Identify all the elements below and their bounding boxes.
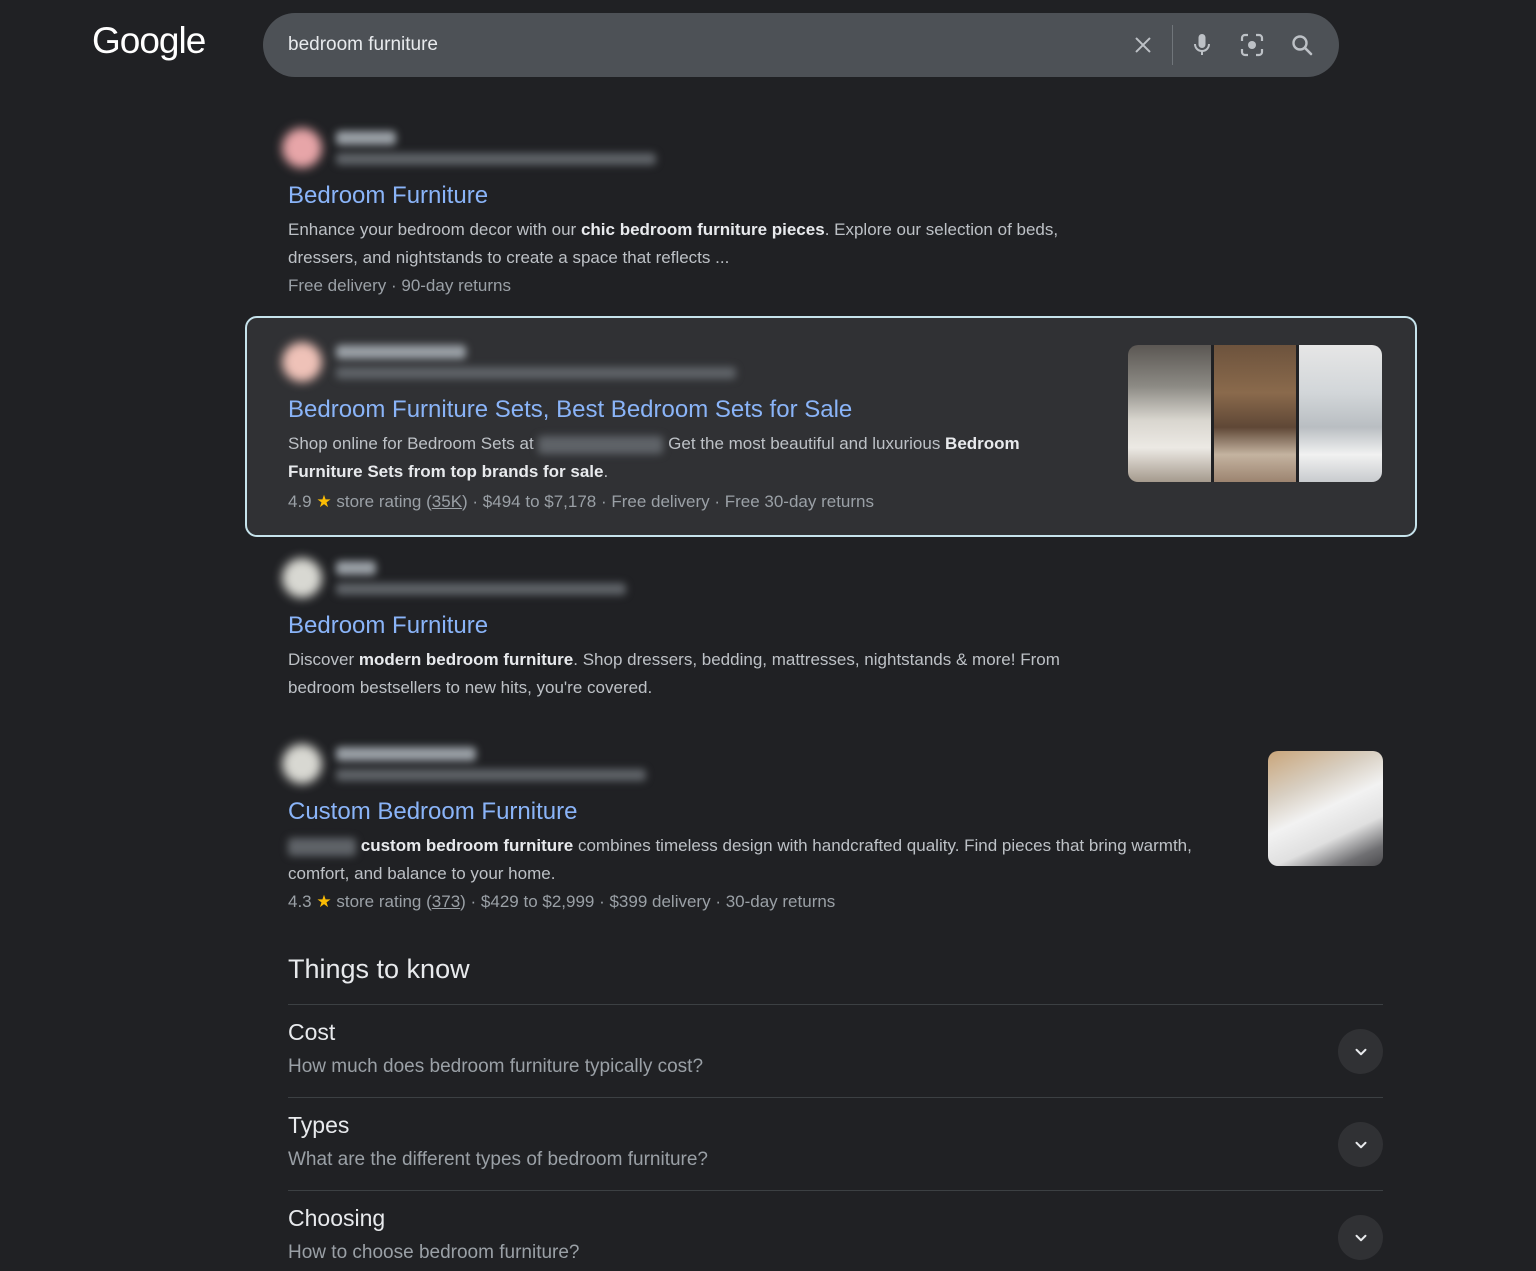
- site-info-blurred: [336, 345, 736, 379]
- result-meta: 4.3 ★ store rating (373) · $429 to $2,99…: [288, 892, 836, 911]
- result-meta: Free delivery · 90-day returns: [288, 276, 511, 295]
- chevron-down-icon: [1355, 1048, 1366, 1055]
- site-favicon: [282, 558, 322, 598]
- ttk-question: What are the different types of bedroom …: [288, 1149, 708, 1170]
- ttk-label: Cost: [288, 1019, 336, 1045]
- expand-button[interactable]: [1338, 1029, 1383, 1074]
- bedroom-image[interactable]: [1299, 345, 1382, 482]
- site-info-blurred: [336, 747, 646, 781]
- reviews-link[interactable]: 373: [432, 892, 460, 911]
- search-bar: [263, 12, 1339, 78]
- bedroom-image[interactable]: [1128, 345, 1211, 482]
- site-favicon: [282, 128, 322, 168]
- close-icon: [1135, 37, 1151, 53]
- result-snippet: Shop online for Bedroom Sets at Get the …: [288, 434, 1020, 481]
- search-result: Custom Bedroom Furniture custom bedroom …: [282, 740, 1218, 916]
- expand-button[interactable]: [1338, 1215, 1383, 1260]
- search-result: Bedroom Furniture Enhance your bedroom d…: [282, 124, 1088, 300]
- result-source[interactable]: [282, 338, 1058, 386]
- things-to-know-heading: Things to know: [288, 954, 470, 984]
- google-logo[interactable]: Google: [92, 20, 206, 62]
- clear-button[interactable]: [1118, 13, 1168, 77]
- site-info-blurred: [336, 561, 626, 595]
- ttk-label: Types: [288, 1112, 350, 1138]
- star-icon: ★: [316, 492, 332, 511]
- result-meta: 4.9 ★ store rating (35K) · $494 to $7,17…: [288, 492, 874, 511]
- chevron-down-icon: [1355, 1141, 1366, 1148]
- result-title[interactable]: Bedroom Furniture: [288, 611, 1088, 641]
- result-source[interactable]: [282, 124, 1088, 172]
- ttk-label: Choosing: [288, 1205, 386, 1231]
- search-button[interactable]: [1277, 13, 1327, 77]
- result-snippet: custom bedroom furniture combines timele…: [288, 836, 1192, 883]
- ttk-item-choosing[interactable]: Choosing How to choose bedroom furniture…: [288, 1190, 1383, 1271]
- result-title[interactable]: Bedroom Furniture Sets, Best Bedroom Set…: [288, 395, 1058, 425]
- bedroom-image[interactable]: [1213, 345, 1297, 482]
- result-source[interactable]: [282, 740, 1218, 788]
- star-icon: ★: [316, 892, 332, 911]
- result-title[interactable]: Custom Bedroom Furniture: [288, 797, 1218, 827]
- reviews-link[interactable]: 35K: [432, 492, 462, 511]
- search-result: Bedroom Furniture Sets, Best Bedroom Set…: [282, 338, 1058, 516]
- result-snippet: Discover modern bedroom furniture. Shop …: [288, 650, 1060, 697]
- divider: [1172, 25, 1173, 65]
- result-title[interactable]: Bedroom Furniture: [288, 181, 1088, 211]
- ttk-item-types[interactable]: Types What are the different types of be…: [288, 1097, 1383, 1190]
- ttk-question: How to choose bedroom furniture?: [288, 1242, 580, 1263]
- site-info-blurred: [336, 131, 656, 165]
- search-result: Bedroom Furniture Discover modern bedroo…: [282, 554, 1088, 702]
- result-snippet: Enhance your bedroom decor with our chic…: [288, 220, 1059, 267]
- camera-lens-icon: [1240, 33, 1264, 57]
- search-input[interactable]: [263, 12, 1118, 78]
- chevron-down-icon: [1355, 1234, 1366, 1241]
- image-search-button[interactable]: [1227, 13, 1277, 77]
- microphone-icon: [1194, 34, 1210, 55]
- result-source[interactable]: [282, 554, 1088, 602]
- voice-search-button[interactable]: [1177, 13, 1227, 77]
- page: Google Bedroom Furniture Enhance your be…: [0, 0, 1536, 1271]
- site-favicon: [282, 744, 322, 784]
- things-to-know-list: Cost How much does bedroom furniture typ…: [288, 1004, 1383, 1271]
- ttk-question: How much does bedroom furniture typicall…: [288, 1056, 704, 1077]
- site-favicon: [282, 342, 322, 382]
- ttk-item-cost[interactable]: Cost How much does bedroom furniture typ…: [288, 1004, 1383, 1097]
- result-image-strip[interactable]: [1128, 345, 1382, 482]
- expand-button[interactable]: [1338, 1122, 1383, 1167]
- mattress-image[interactable]: [1268, 751, 1383, 866]
- search-icon: [1292, 35, 1313, 56]
